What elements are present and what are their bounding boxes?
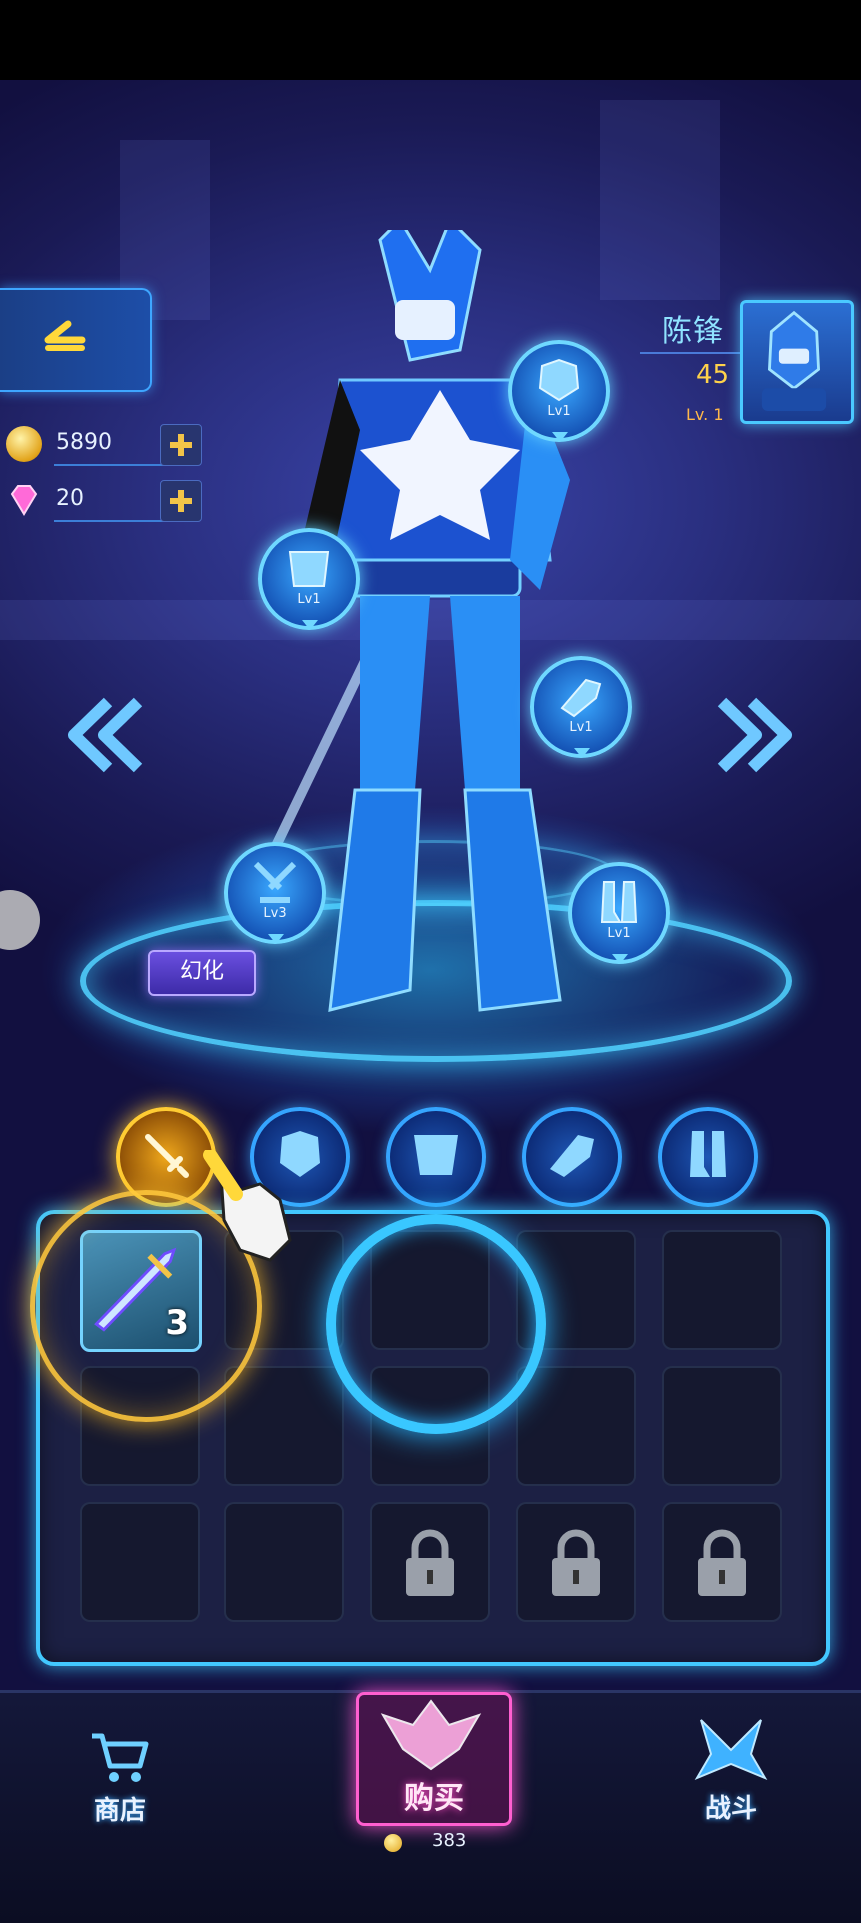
- gauntlet-icon: [560, 678, 602, 718]
- nav-shop[interactable]: 商店: [70, 1730, 170, 1827]
- gem-counter: 20: [0, 476, 210, 526]
- next-hero-button[interactable]: [712, 690, 802, 780]
- inventory-slot[interactable]: [224, 1366, 344, 1486]
- avatar-helmet-icon: [761, 310, 827, 411]
- helmet-icon: [538, 358, 580, 402]
- armor-level: Lv1: [297, 592, 321, 607]
- gem-amount: 20: [56, 486, 84, 511]
- shop-label: 商店: [93, 1796, 146, 1826]
- armor-icon: [414, 1135, 458, 1175]
- lock-icon: [698, 1529, 746, 1596]
- armor-icon: [288, 551, 330, 587]
- nav-battle[interactable]: 战斗: [676, 1714, 786, 1825]
- equip-weapon[interactable]: Lv3: [224, 842, 326, 944]
- player-name: 陈锋: [662, 314, 724, 349]
- buy-button[interactable]: 购买: [356, 1692, 512, 1826]
- weapon-level: Lv3: [263, 906, 287, 921]
- equip-armor[interactable]: Lv1: [258, 528, 360, 630]
- player-level-value: 45: [696, 360, 730, 390]
- player-level-text: Lv. 1: [686, 405, 724, 424]
- add-gems-button[interactable]: [160, 480, 202, 522]
- inventory-slot-locked[interactable]: [662, 1502, 782, 1622]
- pointer-hand-icon: [203, 1150, 292, 1262]
- buy-emblem-icon: [380, 1699, 482, 1771]
- coin-icon: [384, 1834, 402, 1852]
- lock-icon: [552, 1529, 600, 1596]
- equip-gauntlet[interactable]: Lv1: [530, 656, 632, 758]
- tab-gauntlet[interactable]: [522, 1107, 622, 1207]
- gauntlet-icon: [550, 1135, 594, 1177]
- inventory-slot[interactable]: [662, 1366, 782, 1486]
- back-arrow-icon: [44, 320, 86, 351]
- equip-helmet[interactable]: Lv1: [508, 340, 610, 442]
- gem-icon: [10, 485, 38, 516]
- inventory-slot[interactable]: [224, 1502, 344, 1622]
- cart-icon: [92, 1733, 149, 1782]
- transform-button[interactable]: 幻化: [148, 950, 256, 996]
- inventory-slot[interactable]: [516, 1366, 636, 1486]
- boots-icon: [600, 881, 638, 923]
- add-gold-button[interactable]: [160, 424, 202, 466]
- back-button[interactable]: [0, 288, 152, 392]
- battle-icon: [694, 1719, 768, 1781]
- tab-boots[interactable]: [658, 1107, 758, 1207]
- equip-boots[interactable]: Lv1: [568, 862, 670, 964]
- sword-icon: [145, 1134, 189, 1178]
- buy-price: 383: [360, 1830, 500, 1858]
- tutorial-target-ring: [326, 1214, 546, 1434]
- inventory-slot[interactable]: [662, 1230, 782, 1350]
- sword-icon: [253, 861, 297, 903]
- inventory-slot[interactable]: [80, 1502, 200, 1622]
- buy-price-value: 383: [432, 1830, 467, 1851]
- boots-level: Lv1: [607, 926, 631, 941]
- player-avatar[interactable]: [740, 300, 854, 424]
- gauntlet-level: Lv1: [569, 720, 593, 735]
- inventory-slot-locked[interactable]: [516, 1502, 636, 1622]
- helmet-level: Lv1: [547, 404, 571, 419]
- battle-label: 战斗: [704, 1794, 757, 1824]
- inventory-slot-locked[interactable]: [370, 1502, 490, 1622]
- gold-counter: 5890: [0, 420, 210, 470]
- coin-icon: [6, 426, 42, 462]
- boots-icon: [690, 1131, 726, 1177]
- gold-amount: 5890: [56, 430, 112, 455]
- previous-hero-button[interactable]: [58, 690, 148, 780]
- lock-icon: [406, 1529, 454, 1596]
- buy-label: 购买: [404, 1781, 464, 1816]
- tab-armor[interactable]: [386, 1107, 486, 1207]
